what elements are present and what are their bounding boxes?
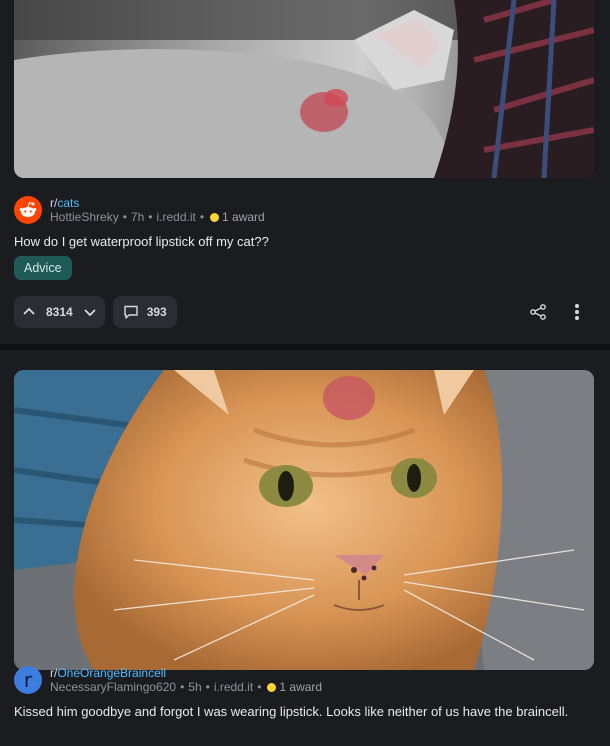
subreddit-link[interactable]: r/cats — [50, 196, 265, 210]
author-link[interactable]: NecessaryFlamingo620 — [50, 680, 176, 694]
subreddit-avatar-letter: r — [23, 668, 33, 692]
upvote-icon[interactable] — [22, 305, 36, 319]
post-title[interactable]: Kissed him goodbye and forgot I was wear… — [14, 704, 568, 719]
comment-icon — [123, 304, 139, 320]
more-options-icon[interactable] — [570, 302, 584, 322]
post-card[interactable]: r/cats HottieShreky • 7h • i.redd.it • 1 award… — [0, 0, 610, 344]
award-icon — [210, 213, 220, 222]
award-count: 1 award — [222, 210, 265, 224]
post-flair[interactable]: Advice — [14, 256, 72, 280]
post-meta: r r/OneOrangeBraincell NecessaryFlamingo… — [14, 666, 322, 694]
post-meta: r/cats HottieShreky • 7h • i.redd.it • 1 award — [14, 196, 265, 224]
award-icon — [267, 683, 277, 692]
post-card[interactable]: r r/OneOrangeBraincell NecessaryFlamingo… — [0, 350, 610, 746]
post-age: 5h — [188, 680, 202, 694]
post-meta-text: r/OneOrangeBraincell NecessaryFlamingo62… — [50, 666, 322, 694]
share-icon[interactable] — [528, 302, 548, 322]
subreddit-name: cats — [57, 196, 80, 210]
post-image[interactable] — [14, 0, 594, 178]
comment-count: 393 — [146, 305, 167, 319]
award-count: 1 award — [279, 680, 323, 694]
subreddit-link[interactable]: r/OneOrangeBraincell — [50, 666, 322, 680]
post-actions: 8314 393 — [14, 296, 177, 328]
downvote-icon[interactable] — [83, 305, 97, 319]
post-image[interactable] — [14, 370, 594, 670]
post-info: NecessaryFlamingo620 • 5h • i.redd.it • 1 awar… — [50, 680, 323, 694]
grey-cat-photo — [14, 0, 594, 178]
post-title[interactable]: How do I get waterproof lipstick off my … — [14, 234, 269, 249]
vote-count: 8314 — [46, 305, 73, 319]
subreddit-avatar[interactable]: r — [14, 666, 42, 694]
feed: r/cats HottieShreky • 7h • i.redd.it • 1 award… — [0, 0, 610, 746]
vote-control: 8314 — [14, 296, 105, 328]
author-link[interactable]: HottieShreky — [50, 210, 119, 224]
post-age: 7h — [130, 210, 145, 224]
subreddit-name: OneOrangeBraincell — [57, 666, 167, 680]
post-meta-text: r/cats HottieShreky • 7h • i.redd.it • 1 award — [50, 196, 265, 224]
comments-button[interactable]: 393 — [112, 296, 177, 328]
post-info: HottieShreky • 7h • i.redd.it • 1 award — [50, 210, 265, 224]
post-domain[interactable]: i.redd.it — [156, 210, 195, 224]
post-domain[interactable]: i.redd.it — [214, 680, 253, 694]
orange-cat-photo — [14, 370, 594, 670]
reddit-snoo-icon[interactable] — [14, 196, 42, 224]
